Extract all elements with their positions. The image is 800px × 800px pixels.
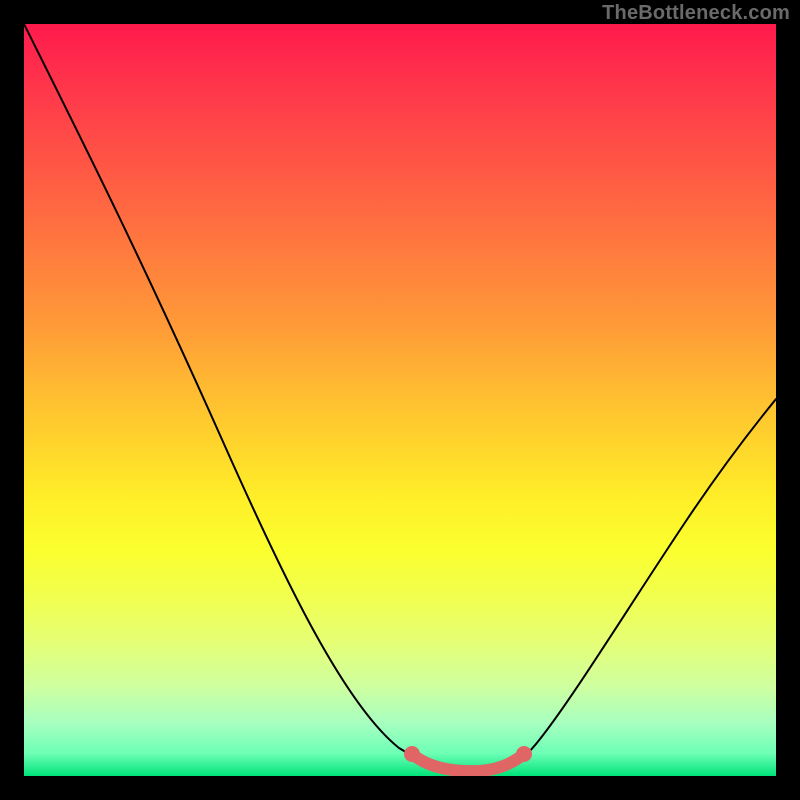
- chart-plot-area: [24, 24, 776, 776]
- curve-line: [24, 24, 776, 771]
- watermark-text: TheBottleneck.com: [602, 2, 790, 25]
- valley-dot-left: [404, 746, 420, 762]
- chart-svg: [24, 24, 776, 776]
- valley-dot-right: [516, 746, 532, 762]
- valley-highlight: [412, 754, 524, 771]
- chart-frame: TheBottleneck.com: [0, 0, 800, 800]
